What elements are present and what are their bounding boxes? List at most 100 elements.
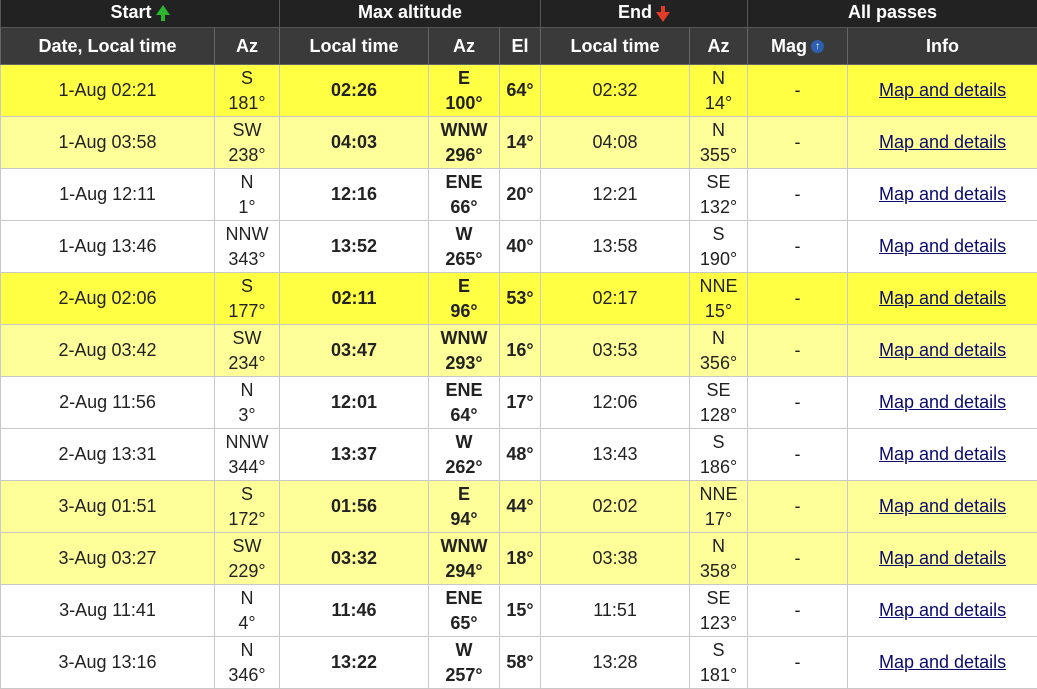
start-azimuth-degrees: 346° bbox=[215, 663, 279, 688]
end-azimuth-degrees: 356° bbox=[690, 351, 747, 376]
start-azimuth: NNW344° bbox=[215, 429, 280, 481]
max-azimuth: E96° bbox=[429, 273, 500, 325]
end-azimuth: SE128° bbox=[690, 377, 748, 429]
max-local-time: 13:37 bbox=[280, 429, 429, 481]
start-azimuth: NNW343° bbox=[215, 221, 280, 273]
start-azimuth-degrees: 234° bbox=[215, 351, 279, 376]
start-azimuth-direction: N bbox=[215, 638, 279, 663]
max-azimuth-degrees: 94° bbox=[429, 507, 499, 532]
col-max-az[interactable]: Az bbox=[429, 28, 500, 65]
end-azimuth: NNE17° bbox=[690, 481, 748, 533]
max-azimuth-degrees: 100° bbox=[429, 91, 499, 116]
info-cell: Map and details bbox=[848, 117, 1037, 169]
max-azimuth: ENE65° bbox=[429, 585, 500, 637]
col-mag[interactable]: Mag↑ bbox=[748, 28, 848, 65]
end-azimuth: N358° bbox=[690, 533, 748, 585]
end-azimuth-direction: NNE bbox=[690, 274, 747, 299]
max-local-time: 12:16 bbox=[280, 169, 429, 221]
start-azimuth-direction: SW bbox=[215, 326, 279, 351]
map-and-details-link[interactable]: Map and details bbox=[879, 288, 1006, 308]
col-date-local-time[interactable]: Date, Local time bbox=[1, 28, 215, 65]
start-azimuth: N3° bbox=[215, 377, 280, 429]
map-and-details-link[interactable]: Map and details bbox=[879, 548, 1006, 568]
col-end-az[interactable]: Az bbox=[690, 28, 748, 65]
table-row: 2-Aug 02:06S177°02:11E96°53°02:17NNE15°-… bbox=[1, 273, 1037, 325]
start-azimuth-degrees: 4° bbox=[215, 611, 279, 636]
max-azimuth-direction: WNW bbox=[429, 326, 499, 351]
map-and-details-link[interactable]: Map and details bbox=[879, 340, 1006, 360]
start-azimuth-degrees: 1° bbox=[215, 195, 279, 220]
start-azimuth: S177° bbox=[215, 273, 280, 325]
map-and-details-link[interactable]: Map and details bbox=[879, 80, 1006, 100]
magnitude: - bbox=[748, 429, 848, 481]
max-azimuth-direction: W bbox=[429, 222, 499, 247]
max-local-time: 04:03 bbox=[280, 117, 429, 169]
info-icon[interactable]: ↑ bbox=[811, 40, 824, 53]
magnitude: - bbox=[748, 325, 848, 377]
group-all-passes-label: All passes bbox=[848, 2, 937, 22]
end-azimuth-degrees: 358° bbox=[690, 559, 747, 584]
max-elevation: 40° bbox=[500, 221, 541, 273]
table-row: 3-Aug 13:16N346°13:22W257°58°13:28S181°-… bbox=[1, 637, 1037, 689]
map-and-details-link[interactable]: Map and details bbox=[879, 184, 1006, 204]
info-cell: Map and details bbox=[848, 221, 1037, 273]
start-date-time: 2-Aug 13:31 bbox=[1, 429, 215, 481]
max-azimuth: E94° bbox=[429, 481, 500, 533]
start-azimuth-degrees: 181° bbox=[215, 91, 279, 116]
max-local-time: 01:56 bbox=[280, 481, 429, 533]
max-azimuth-direction: E bbox=[429, 482, 499, 507]
col-info: Info bbox=[848, 28, 1037, 65]
group-end: End bbox=[541, 0, 748, 28]
start-azimuth-direction: S bbox=[215, 482, 279, 507]
end-local-time: 02:02 bbox=[541, 481, 690, 533]
max-azimuth-direction: ENE bbox=[429, 378, 499, 403]
table-row: 1-Aug 13:46NNW343°13:52W265°40°13:58S190… bbox=[1, 221, 1037, 273]
map-and-details-link[interactable]: Map and details bbox=[879, 600, 1006, 620]
start-azimuth-direction: S bbox=[215, 66, 279, 91]
info-cell: Map and details bbox=[848, 481, 1037, 533]
max-elevation: 58° bbox=[500, 637, 541, 689]
max-azimuth-direction: WNW bbox=[429, 118, 499, 143]
max-local-time: 11:46 bbox=[280, 585, 429, 637]
end-local-time: 12:06 bbox=[541, 377, 690, 429]
end-azimuth-direction: N bbox=[690, 118, 747, 143]
start-date-time: 1-Aug 03:58 bbox=[1, 117, 215, 169]
start-date-time: 2-Aug 03:42 bbox=[1, 325, 215, 377]
start-date-time: 3-Aug 03:27 bbox=[1, 533, 215, 585]
end-azimuth-degrees: 355° bbox=[690, 143, 747, 168]
info-cell: Map and details bbox=[848, 533, 1037, 585]
info-cell: Map and details bbox=[848, 169, 1037, 221]
magnitude: - bbox=[748, 637, 848, 689]
max-azimuth: WNW293° bbox=[429, 325, 500, 377]
max-local-time: 02:26 bbox=[280, 65, 429, 117]
end-azimuth-direction: SE bbox=[690, 586, 747, 611]
max-azimuth: ENE66° bbox=[429, 169, 500, 221]
start-azimuth-degrees: 3° bbox=[215, 403, 279, 428]
map-and-details-link[interactable]: Map and details bbox=[879, 132, 1006, 152]
magnitude: - bbox=[748, 377, 848, 429]
info-cell: Map and details bbox=[848, 65, 1037, 117]
max-local-time: 03:47 bbox=[280, 325, 429, 377]
end-azimuth: SE123° bbox=[690, 585, 748, 637]
max-azimuth-direction: W bbox=[429, 430, 499, 455]
start-azimuth: SW229° bbox=[215, 533, 280, 585]
info-cell: Map and details bbox=[848, 637, 1037, 689]
max-elevation: 20° bbox=[500, 169, 541, 221]
col-max-el[interactable]: El bbox=[500, 28, 541, 65]
end-azimuth: NNE15° bbox=[690, 273, 748, 325]
info-cell: Map and details bbox=[848, 273, 1037, 325]
map-and-details-link[interactable]: Map and details bbox=[879, 392, 1006, 412]
map-and-details-link[interactable]: Map and details bbox=[879, 496, 1006, 516]
info-cell: Map and details bbox=[848, 325, 1037, 377]
map-and-details-link[interactable]: Map and details bbox=[879, 236, 1006, 256]
max-azimuth: W257° bbox=[429, 637, 500, 689]
col-start-az[interactable]: Az bbox=[215, 28, 280, 65]
start-azimuth-direction: NNW bbox=[215, 430, 279, 455]
col-max-local-time[interactable]: Local time bbox=[280, 28, 429, 65]
group-end-label: End bbox=[618, 2, 652, 22]
map-and-details-link[interactable]: Map and details bbox=[879, 444, 1006, 464]
start-azimuth-direction: N bbox=[215, 586, 279, 611]
start-azimuth: N4° bbox=[215, 585, 280, 637]
map-and-details-link[interactable]: Map and details bbox=[879, 652, 1006, 672]
col-end-local-time[interactable]: Local time bbox=[541, 28, 690, 65]
